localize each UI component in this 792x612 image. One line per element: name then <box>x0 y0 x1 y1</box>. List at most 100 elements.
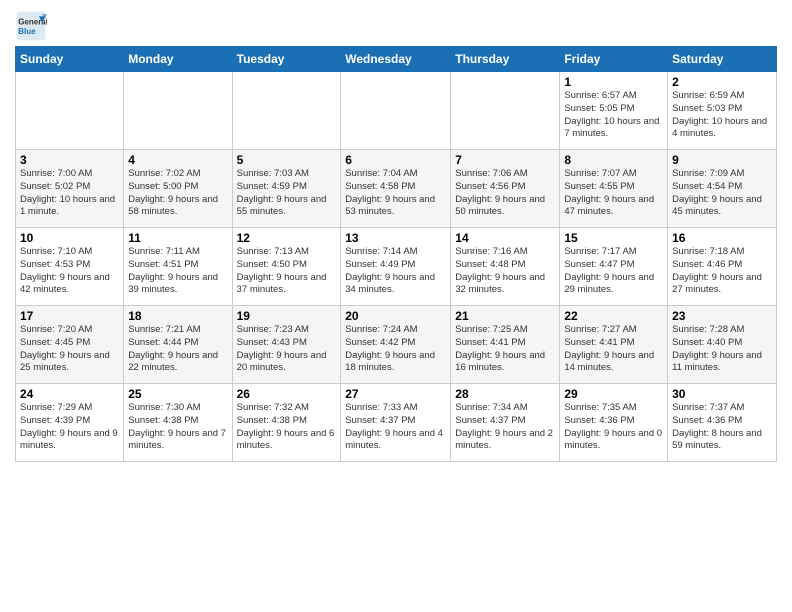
calendar-cell: 25Sunrise: 7:30 AM Sunset: 4:38 PM Dayli… <box>124 384 232 462</box>
day-number: 23 <box>672 309 772 323</box>
day-number: 13 <box>345 231 446 245</box>
calendar-cell: 19Sunrise: 7:23 AM Sunset: 4:43 PM Dayli… <box>232 306 341 384</box>
calendar-week-2: 3Sunrise: 7:00 AM Sunset: 5:02 PM Daylig… <box>16 150 777 228</box>
calendar-cell <box>341 72 451 150</box>
calendar-cell: 1Sunrise: 6:57 AM Sunset: 5:05 PM Daylig… <box>560 72 668 150</box>
day-number: 30 <box>672 387 772 401</box>
day-number: 6 <box>345 153 446 167</box>
calendar-cell: 16Sunrise: 7:18 AM Sunset: 4:46 PM Dayli… <box>668 228 777 306</box>
day-info: Sunrise: 7:20 AM Sunset: 4:45 PM Dayligh… <box>20 324 119 375</box>
calendar-cell: 30Sunrise: 7:37 AM Sunset: 4:36 PM Dayli… <box>668 384 777 462</box>
day-number: 10 <box>20 231 119 245</box>
day-info: Sunrise: 7:32 AM Sunset: 4:38 PM Dayligh… <box>237 402 337 453</box>
header-saturday: Saturday <box>668 47 777 72</box>
calendar-table: SundayMondayTuesdayWednesdayThursdayFrid… <box>15 46 777 462</box>
day-number: 12 <box>237 231 337 245</box>
calendar-cell: 7Sunrise: 7:06 AM Sunset: 4:56 PM Daylig… <box>451 150 560 228</box>
day-number: 8 <box>564 153 663 167</box>
calendar-week-4: 17Sunrise: 7:20 AM Sunset: 4:45 PM Dayli… <box>16 306 777 384</box>
svg-text:Blue: Blue <box>18 27 36 36</box>
day-info: Sunrise: 6:59 AM Sunset: 5:03 PM Dayligh… <box>672 90 772 141</box>
day-info: Sunrise: 7:28 AM Sunset: 4:40 PM Dayligh… <box>672 324 772 375</box>
day-number: 16 <box>672 231 772 245</box>
calendar-cell: 11Sunrise: 7:11 AM Sunset: 4:51 PM Dayli… <box>124 228 232 306</box>
calendar-cell <box>232 72 341 150</box>
day-info: Sunrise: 7:17 AM Sunset: 4:47 PM Dayligh… <box>564 246 663 297</box>
day-info: Sunrise: 7:13 AM Sunset: 4:50 PM Dayligh… <box>237 246 337 297</box>
day-number: 18 <box>128 309 227 323</box>
day-number: 9 <box>672 153 772 167</box>
calendar-week-3: 10Sunrise: 7:10 AM Sunset: 4:53 PM Dayli… <box>16 228 777 306</box>
day-info: Sunrise: 6:57 AM Sunset: 5:05 PM Dayligh… <box>564 90 663 141</box>
day-info: Sunrise: 7:00 AM Sunset: 5:02 PM Dayligh… <box>20 168 119 219</box>
calendar-cell: 10Sunrise: 7:10 AM Sunset: 4:53 PM Dayli… <box>16 228 124 306</box>
day-info: Sunrise: 7:27 AM Sunset: 4:41 PM Dayligh… <box>564 324 663 375</box>
calendar-cell: 14Sunrise: 7:16 AM Sunset: 4:48 PM Dayli… <box>451 228 560 306</box>
day-info: Sunrise: 7:04 AM Sunset: 4:58 PM Dayligh… <box>345 168 446 219</box>
calendar-cell: 22Sunrise: 7:27 AM Sunset: 4:41 PM Dayli… <box>560 306 668 384</box>
day-info: Sunrise: 7:30 AM Sunset: 4:38 PM Dayligh… <box>128 402 227 453</box>
day-info: Sunrise: 7:33 AM Sunset: 4:37 PM Dayligh… <box>345 402 446 453</box>
day-info: Sunrise: 7:24 AM Sunset: 4:42 PM Dayligh… <box>345 324 446 375</box>
calendar-week-1: 1Sunrise: 6:57 AM Sunset: 5:05 PM Daylig… <box>16 72 777 150</box>
day-number: 29 <box>564 387 663 401</box>
logo-icon: General Blue <box>15 10 47 42</box>
day-info: Sunrise: 7:35 AM Sunset: 4:36 PM Dayligh… <box>564 402 663 453</box>
day-number: 3 <box>20 153 119 167</box>
calendar-cell: 17Sunrise: 7:20 AM Sunset: 4:45 PM Dayli… <box>16 306 124 384</box>
day-info: Sunrise: 7:02 AM Sunset: 5:00 PM Dayligh… <box>128 168 227 219</box>
day-number: 27 <box>345 387 446 401</box>
calendar-cell: 12Sunrise: 7:13 AM Sunset: 4:50 PM Dayli… <box>232 228 341 306</box>
day-number: 19 <box>237 309 337 323</box>
day-info: Sunrise: 7:29 AM Sunset: 4:39 PM Dayligh… <box>20 402 119 453</box>
calendar-cell: 18Sunrise: 7:21 AM Sunset: 4:44 PM Dayli… <box>124 306 232 384</box>
day-number: 5 <box>237 153 337 167</box>
day-info: Sunrise: 7:25 AM Sunset: 4:41 PM Dayligh… <box>455 324 555 375</box>
day-number: 4 <box>128 153 227 167</box>
day-info: Sunrise: 7:07 AM Sunset: 4:55 PM Dayligh… <box>564 168 663 219</box>
calendar-cell: 26Sunrise: 7:32 AM Sunset: 4:38 PM Dayli… <box>232 384 341 462</box>
day-info: Sunrise: 7:21 AM Sunset: 4:44 PM Dayligh… <box>128 324 227 375</box>
day-number: 14 <box>455 231 555 245</box>
day-number: 21 <box>455 309 555 323</box>
calendar-cell: 13Sunrise: 7:14 AM Sunset: 4:49 PM Dayli… <box>341 228 451 306</box>
day-number: 26 <box>237 387 337 401</box>
calendar-cell <box>16 72 124 150</box>
day-number: 20 <box>345 309 446 323</box>
day-info: Sunrise: 7:37 AM Sunset: 4:36 PM Dayligh… <box>672 402 772 453</box>
day-number: 24 <box>20 387 119 401</box>
calendar-cell: 8Sunrise: 7:07 AM Sunset: 4:55 PM Daylig… <box>560 150 668 228</box>
day-info: Sunrise: 7:34 AM Sunset: 4:37 PM Dayligh… <box>455 402 555 453</box>
calendar-cell: 3Sunrise: 7:00 AM Sunset: 5:02 PM Daylig… <box>16 150 124 228</box>
day-number: 25 <box>128 387 227 401</box>
calendar-cell <box>124 72 232 150</box>
calendar-header-row: SundayMondayTuesdayWednesdayThursdayFrid… <box>16 47 777 72</box>
day-info: Sunrise: 7:09 AM Sunset: 4:54 PM Dayligh… <box>672 168 772 219</box>
calendar-cell: 27Sunrise: 7:33 AM Sunset: 4:37 PM Dayli… <box>341 384 451 462</box>
day-info: Sunrise: 7:14 AM Sunset: 4:49 PM Dayligh… <box>345 246 446 297</box>
header-friday: Friday <box>560 47 668 72</box>
calendar-cell: 29Sunrise: 7:35 AM Sunset: 4:36 PM Dayli… <box>560 384 668 462</box>
header-monday: Monday <box>124 47 232 72</box>
calendar-cell: 24Sunrise: 7:29 AM Sunset: 4:39 PM Dayli… <box>16 384 124 462</box>
day-info: Sunrise: 7:10 AM Sunset: 4:53 PM Dayligh… <box>20 246 119 297</box>
calendar-cell: 5Sunrise: 7:03 AM Sunset: 4:59 PM Daylig… <box>232 150 341 228</box>
calendar-cell: 15Sunrise: 7:17 AM Sunset: 4:47 PM Dayli… <box>560 228 668 306</box>
day-number: 2 <box>672 75 772 89</box>
calendar-cell: 20Sunrise: 7:24 AM Sunset: 4:42 PM Dayli… <box>341 306 451 384</box>
calendar-cell: 4Sunrise: 7:02 AM Sunset: 5:00 PM Daylig… <box>124 150 232 228</box>
day-number: 11 <box>128 231 227 245</box>
day-number: 15 <box>564 231 663 245</box>
day-info: Sunrise: 7:16 AM Sunset: 4:48 PM Dayligh… <box>455 246 555 297</box>
day-number: 7 <box>455 153 555 167</box>
calendar-week-5: 24Sunrise: 7:29 AM Sunset: 4:39 PM Dayli… <box>16 384 777 462</box>
header-sunday: Sunday <box>16 47 124 72</box>
day-number: 22 <box>564 309 663 323</box>
day-info: Sunrise: 7:23 AM Sunset: 4:43 PM Dayligh… <box>237 324 337 375</box>
day-info: Sunrise: 7:18 AM Sunset: 4:46 PM Dayligh… <box>672 246 772 297</box>
day-info: Sunrise: 7:11 AM Sunset: 4:51 PM Dayligh… <box>128 246 227 297</box>
calendar-cell: 6Sunrise: 7:04 AM Sunset: 4:58 PM Daylig… <box>341 150 451 228</box>
page-container: General Blue SundayMondayTuesdayWednesda… <box>0 0 792 472</box>
calendar-cell: 2Sunrise: 6:59 AM Sunset: 5:03 PM Daylig… <box>668 72 777 150</box>
calendar-cell: 23Sunrise: 7:28 AM Sunset: 4:40 PM Dayli… <box>668 306 777 384</box>
